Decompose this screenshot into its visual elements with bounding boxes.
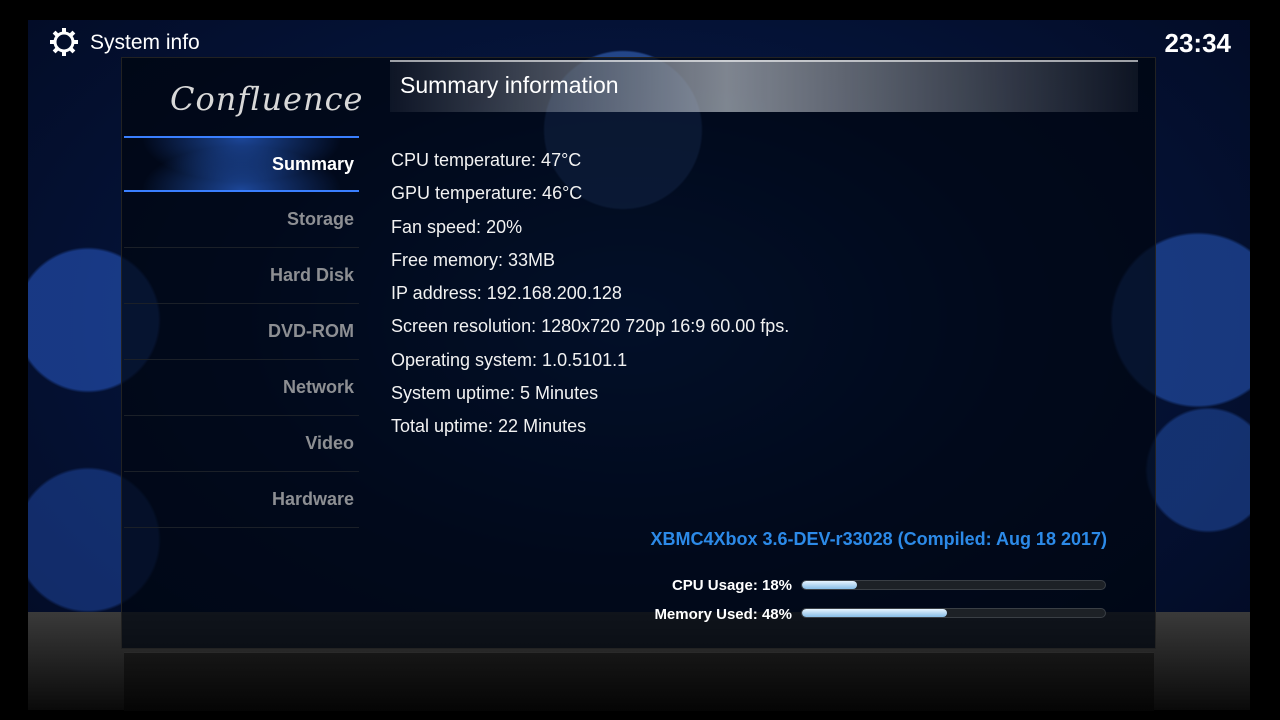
cpu-usage-label: CPU Usage: 18%: [671, 577, 792, 594]
sidebar-item-network[interactable]: Network: [124, 360, 359, 416]
memory-used-fill: [802, 609, 948, 617]
sidebar-item-hard-disk[interactable]: Hard Disk: [124, 248, 359, 304]
sidebar-menu: Summary Storage Hard Disk DVD-ROM Networ…: [124, 136, 359, 528]
confluence-logo: Confluence: [170, 80, 364, 118]
cpu-usage-bar: [801, 580, 1106, 590]
sidebar-item-hardware[interactable]: Hardware: [124, 472, 359, 528]
sidebar-item-video[interactable]: Video: [124, 416, 359, 472]
info-fan-speed: Fan speed: 20%: [391, 216, 523, 237]
version-label: XBMC4Xbox 3.6-DEV-r33028 (Compiled: Aug …: [650, 529, 1107, 549]
gear-icon: [50, 28, 78, 56]
info-system-uptime: System uptime: 5 Minutes: [391, 383, 599, 404]
window-title: System info: [90, 31, 200, 54]
sidebar-item-summary[interactable]: Summary: [124, 136, 359, 192]
clock: 23:34: [1164, 28, 1232, 58]
page-title: Summary information: [400, 72, 619, 98]
info-operating-system: Operating system: 1.0.5101.1: [391, 349, 628, 370]
cpu-usage-fill: [802, 581, 857, 589]
info-gpu-temperature: GPU temperature: 46°C: [391, 183, 583, 204]
info-screen-resolution: Screen resolution: 1280x720 720p 16:9 60…: [391, 316, 790, 337]
info-ip-address: IP address: 192.168.200.128: [391, 283, 622, 304]
summary-info-list: CPU temperature: 47°C GPU temperature: 4…: [391, 147, 789, 447]
info-free-memory: Free memory: 33MB: [391, 249, 556, 270]
memory-used-label: Memory Used: 48%: [654, 606, 792, 623]
panel-footer: [124, 652, 1154, 711]
sidebar-item-dvd-rom[interactable]: DVD-ROM: [124, 304, 359, 360]
info-total-uptime: Total uptime: 22 Minutes: [391, 416, 587, 437]
sidebar-item-storage[interactable]: Storage: [124, 192, 359, 248]
memory-used-bar: [801, 608, 1106, 618]
info-cpu-temperature: CPU temperature: 47°C: [391, 150, 582, 170]
